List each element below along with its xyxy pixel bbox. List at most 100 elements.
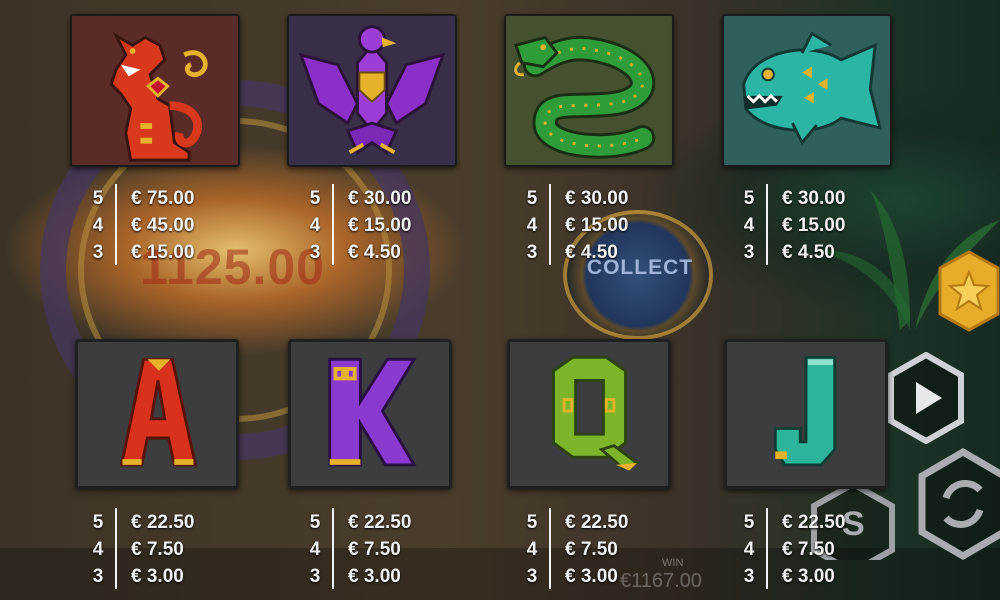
payout-value: € 7.50	[565, 539, 618, 560]
play-icon[interactable]	[888, 352, 964, 444]
serpent-icon	[506, 16, 672, 165]
symbol-tile-jaguar	[70, 14, 240, 167]
paytable-k: 5 € 22.50 4 € 7.50 3 € 3.00	[308, 508, 448, 590]
pay-row: 3 € 4.50	[525, 239, 665, 266]
payout-value: € 7.50	[782, 539, 835, 560]
pay-row: 4 € 15.00	[308, 212, 448, 239]
pay-row: 4 € 15.00	[742, 212, 882, 239]
payout-value: € 15.00	[565, 215, 629, 236]
pay-row: 5 € 22.50	[742, 509, 882, 536]
pay-row: 4 € 7.50	[525, 536, 665, 563]
match-count: 4	[92, 215, 104, 236]
match-count: 4	[526, 215, 538, 236]
match-count: 5	[743, 188, 755, 209]
match-count: 3	[309, 242, 321, 263]
pay-row: 3 € 3.00	[742, 563, 882, 590]
match-count: 5	[92, 512, 104, 533]
symbol-tile-q	[507, 339, 671, 489]
paytable-j: 5 € 22.50 4 € 7.50 3 € 3.00	[742, 508, 882, 590]
symbol-tile-fish	[722, 14, 892, 167]
pay-row: 3 € 4.50	[308, 239, 448, 266]
pay-row: 5 € 30.00	[742, 185, 882, 212]
payout-value: € 4.50	[565, 242, 618, 263]
match-count: 5	[309, 188, 321, 209]
pay-row: 4 € 7.50	[91, 536, 231, 563]
payout-value: € 15.00	[131, 242, 195, 263]
pay-row: 3 € 3.00	[525, 563, 665, 590]
pay-row: 4 € 7.50	[308, 536, 448, 563]
symbol-tile-a	[75, 339, 239, 489]
symbol-tile-k	[288, 339, 452, 489]
match-count: 3	[92, 566, 104, 587]
letter-k-icon	[328, 357, 417, 467]
payout-value: € 15.00	[782, 215, 846, 236]
payout-value: € 3.00	[348, 566, 401, 587]
match-count: 3	[309, 566, 321, 587]
match-count: 3	[743, 242, 755, 263]
match-count: 4	[743, 215, 755, 236]
eagle-icon	[289, 16, 455, 165]
payout-value: € 22.50	[782, 512, 846, 533]
match-count: 4	[309, 539, 321, 560]
paytable-jaguar: 5 € 75.00 4 € 45.00 3 € 15.00	[91, 184, 231, 266]
jaguar-icon	[72, 16, 238, 165]
payout-value: € 4.50	[782, 242, 835, 263]
symbol-tile-serpent	[504, 14, 674, 167]
match-count: 4	[743, 539, 755, 560]
star-icon[interactable]	[938, 250, 1000, 332]
payout-value: € 45.00	[131, 215, 195, 236]
letter-q-icon	[552, 355, 640, 471]
letter-j-icon	[773, 355, 837, 467]
paytable-q: 5 € 22.50 4 € 7.50 3 € 3.00	[525, 508, 665, 590]
match-count: 4	[526, 539, 538, 560]
payout-value: € 3.00	[131, 566, 184, 587]
paytable-eagle: 5 € 30.00 4 € 15.00 3 € 4.50	[308, 184, 448, 266]
match-count: 5	[92, 188, 104, 209]
payout-value: € 7.50	[131, 539, 184, 560]
win-label: WIN	[662, 557, 684, 569]
pay-row: 5 € 75.00	[91, 185, 231, 212]
paytable-a: 5 € 22.50 4 € 7.50 3 € 3.00	[91, 508, 231, 590]
match-count: 3	[526, 566, 538, 587]
pay-row: 5 € 22.50	[525, 509, 665, 536]
spin-arrows-icon[interactable]	[918, 448, 1000, 560]
pay-row: 4 € 7.50	[742, 536, 882, 563]
match-count: 4	[92, 539, 104, 560]
pay-row: 3 € 4.50	[742, 239, 882, 266]
payout-value: € 22.50	[131, 512, 195, 533]
payout-value: € 7.50	[348, 539, 401, 560]
pay-row: 5 € 22.50	[91, 509, 231, 536]
payout-value: € 22.50	[348, 512, 412, 533]
match-count: 5	[526, 512, 538, 533]
payout-value: € 15.00	[348, 215, 412, 236]
payout-value: € 30.00	[348, 188, 412, 209]
pay-row: 3 € 3.00	[91, 563, 231, 590]
pay-row: 5 € 22.50	[308, 509, 448, 536]
match-count: 4	[309, 215, 321, 236]
piranha-icon	[724, 16, 890, 165]
pay-row: 5 € 30.00	[308, 185, 448, 212]
pay-row: 3 € 15.00	[91, 239, 231, 266]
payout-value: € 30.00	[565, 188, 629, 209]
match-count: 5	[743, 512, 755, 533]
match-count: 3	[92, 242, 104, 263]
payout-value: € 3.00	[782, 566, 835, 587]
payout-value: € 30.00	[782, 188, 846, 209]
letter-a-icon	[119, 357, 198, 467]
pay-row: 4 € 45.00	[91, 212, 231, 239]
symbol-tile-j	[724, 339, 888, 489]
symbol-tile-eagle	[287, 14, 457, 167]
pay-row: 5 € 30.00	[525, 185, 665, 212]
pay-row: 3 € 3.00	[308, 563, 448, 590]
payout-value: € 22.50	[565, 512, 629, 533]
paytable-fish: 5 € 30.00 4 € 15.00 3 € 4.50	[742, 184, 882, 266]
match-count: 5	[526, 188, 538, 209]
match-count: 5	[309, 512, 321, 533]
pay-row: 4 € 15.00	[525, 212, 665, 239]
payout-value: € 75.00	[131, 188, 195, 209]
payout-value: € 4.50	[348, 242, 401, 263]
paytable-serpent: 5 € 30.00 4 € 15.00 3 € 4.50	[525, 184, 665, 266]
match-count: 3	[526, 242, 538, 263]
match-count: 3	[743, 566, 755, 587]
payout-value: € 3.00	[565, 566, 618, 587]
